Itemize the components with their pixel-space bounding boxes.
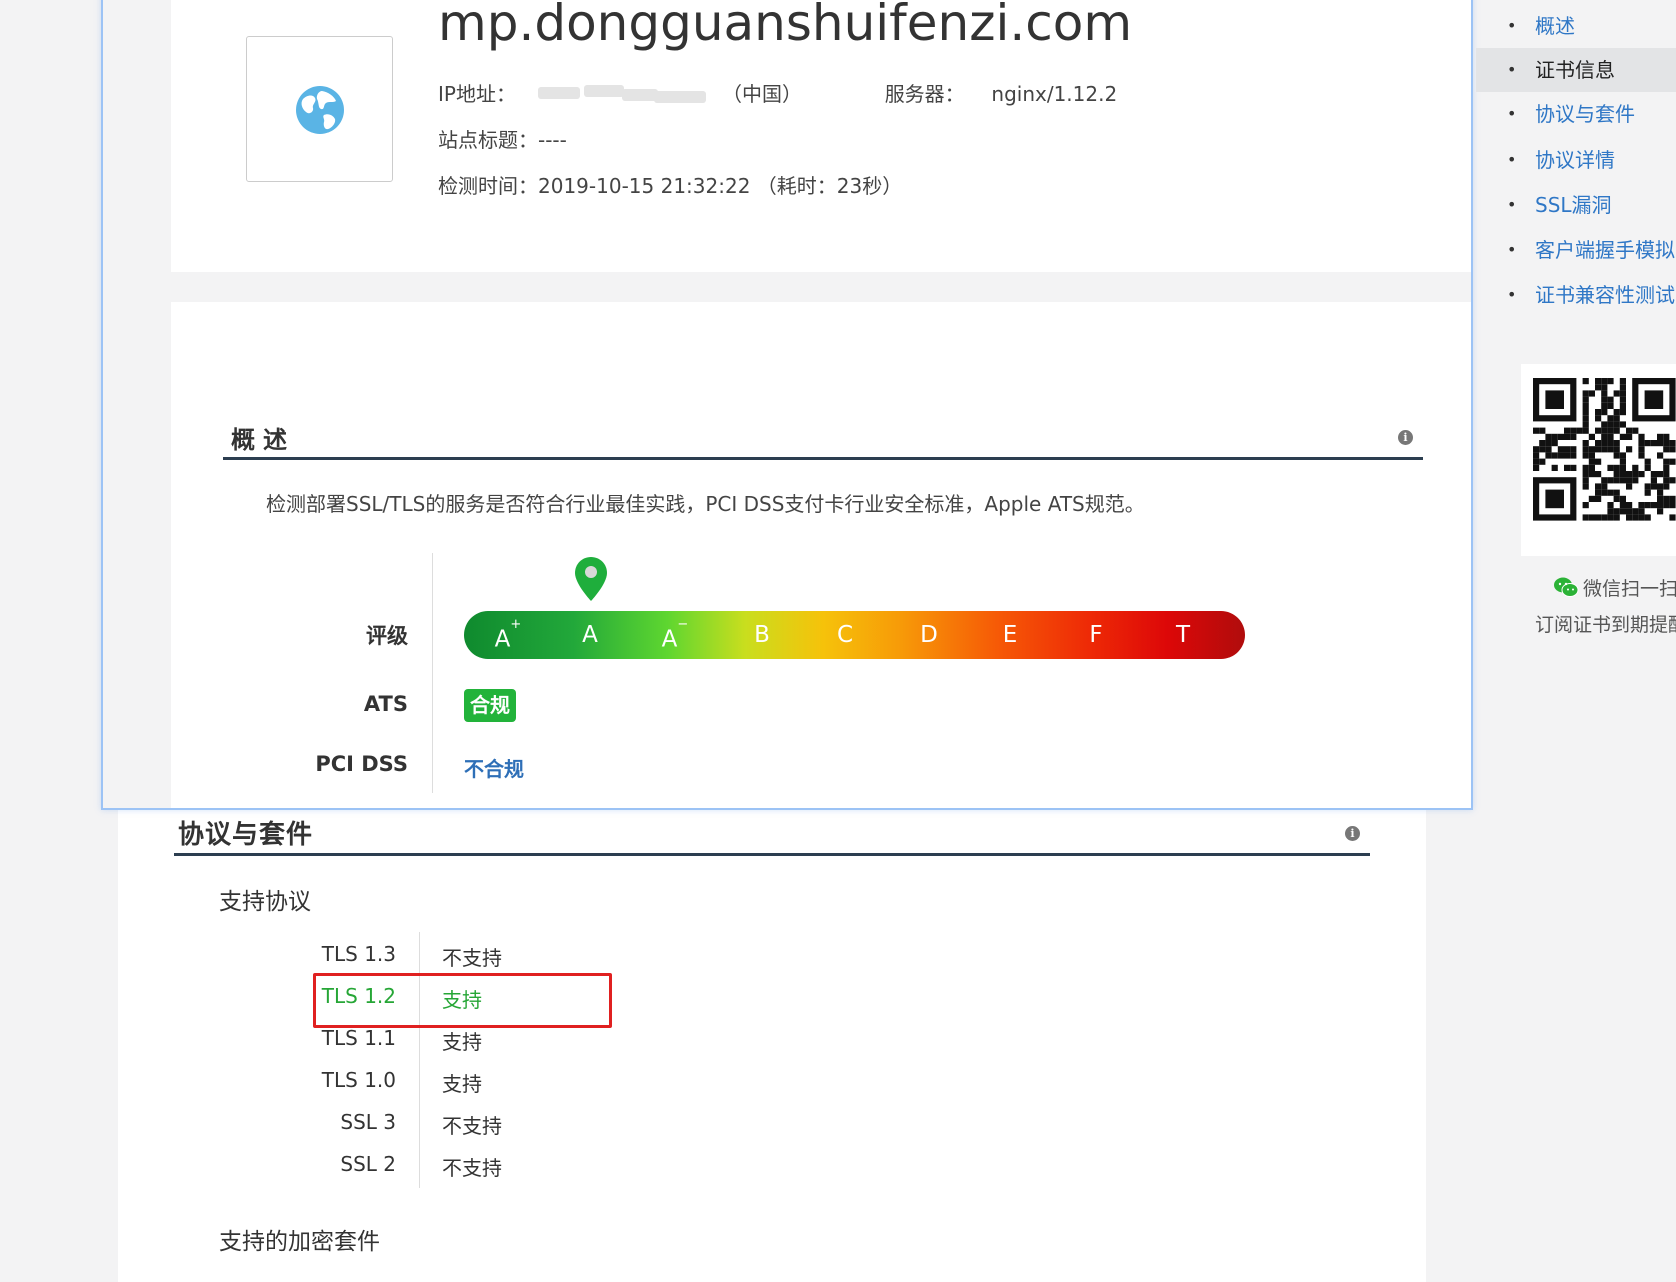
sidebar-item-label: 协议与套件 (1535, 102, 1635, 126)
site-title-line: 站点标题：---- (438, 124, 567, 153)
supported-protocols-title: 支持协议 (219, 889, 311, 915)
site-title-label: 站点标题： (438, 128, 538, 152)
highlight-box (313, 973, 612, 1028)
protocol-status: 不支持 (442, 1114, 502, 1138)
site-logo (246, 36, 393, 182)
info-icon[interactable]: i (1398, 430, 1413, 445)
pci-dss-status[interactable]: 不合规 (464, 753, 524, 782)
protocols-section-title: 协议与套件 (178, 820, 314, 850)
sidebar-item-ssl-vulnerabilities[interactable]: • SSL漏洞 (1476, 183, 1676, 227)
overview-divider (432, 553, 433, 793)
grade-d: D (920, 622, 938, 648)
qr-code-icon (1533, 378, 1676, 521)
protocol-status: 支持 (442, 1030, 482, 1054)
sidebar-item-label: 协议详情 (1535, 148, 1615, 172)
sidebar-item-cert-compatibility[interactable]: • 证书兼容性测试 (1476, 273, 1676, 317)
grade-t: T (1175, 622, 1191, 648)
wechat-qr-code (1521, 364, 1676, 556)
server-label: 服务器： (884, 82, 965, 106)
ats-status-badge: 合规 (464, 689, 516, 722)
overview-section-header: 概述 i (223, 416, 1423, 460)
grade-e: E (1002, 622, 1018, 648)
check-time-value: 2019-10-15 21:32:22 （耗时：23秒） (538, 174, 903, 198)
wechat-icon (1554, 577, 1579, 597)
bullet-icon: • (1507, 150, 1517, 169)
server-value: nginx/1.12.2 (991, 82, 1118, 106)
site-domain: mp.dongguanshuifenzi.com (438, 0, 1133, 52)
sidebar-item-overview[interactable]: • 概述 (1476, 4, 1676, 48)
wechat-scan-text: 微信扫一扫 (1583, 578, 1676, 600)
bullet-icon: • (1507, 195, 1517, 214)
grade-a: A (582, 622, 598, 648)
grade-c: C (836, 622, 854, 648)
globe-icon (296, 86, 344, 134)
ats-label: ATS (363, 692, 408, 716)
protocols-section-header: 协议与套件 i (174, 812, 1370, 856)
sidebar-item-protocol-details[interactable]: • 协议详情 (1476, 138, 1676, 182)
overview-description: 检测部署SSL/TLS的服务是否符合行业最佳实践，PCI DSS支付卡行业安全标… (266, 492, 1145, 516)
grade-f: F (1089, 622, 1103, 648)
bullet-icon: • (1507, 285, 1517, 304)
overlay-left-gutter (103, 0, 171, 808)
protocol-row: SSL 2 不支持 (280, 1152, 880, 1182)
protocol-row: TLS 1.1 支持 (280, 1026, 880, 1056)
protocol-row: TLS 1.3 不支持 (280, 942, 880, 972)
protocol-status: 不支持 (442, 946, 502, 970)
site-title-value: ---- (538, 128, 567, 152)
bullet-icon: • (1507, 16, 1517, 35)
sidebar-item-label: 客户端握手模拟 (1535, 238, 1675, 262)
sidebar-item-certificate-info[interactable]: • 证书信息 (1476, 48, 1676, 92)
sidebar-item-label: 概述 (1535, 14, 1575, 38)
protocol-status: 不支持 (442, 1156, 502, 1180)
protocol-name: SSL 2 (340, 1152, 396, 1176)
check-time-label: 检测时间： (438, 174, 538, 198)
grade-a-plus: A+ (494, 617, 522, 653)
rating-label: 评级 (366, 624, 408, 648)
ip-country: （中国） (721, 82, 802, 106)
protocol-name: SSL 3 (340, 1110, 396, 1134)
overview-section-title: 概述 (231, 426, 295, 454)
redacted-ip (524, 83, 714, 109)
grade-a-minus: A− (661, 617, 689, 653)
sidebar-item-protocols[interactable]: • 协议与套件 (1476, 92, 1676, 136)
sidebar-item-handshake-simulation[interactable]: • 客户端握手模拟 (1476, 228, 1676, 272)
protocol-name: TLS 1.0 (321, 1068, 396, 1092)
ip-label: IP地址： (438, 82, 516, 106)
protocol-name: TLS 1.3 (321, 942, 396, 966)
overlay-card-gap (103, 272, 1471, 302)
pci-dss-label: PCI DSS (315, 752, 408, 776)
sidebar-item-label: 证书信息 (1535, 58, 1615, 82)
ip-info-line: IP地址： （中国） 服务器： nginx/1.12.2 (438, 78, 1117, 109)
sidebar-item-label: 证书兼容性测试 (1535, 283, 1675, 307)
bullet-icon: • (1507, 60, 1517, 79)
protocol-row: SSL 3 不支持 (280, 1110, 880, 1140)
protocol-row: TLS 1.0 支持 (280, 1068, 880, 1098)
current-grade-pin-icon (575, 557, 607, 601)
cipher-suites-title: 支持的加密套件 (219, 1229, 380, 1255)
grade-b: B (754, 622, 770, 648)
bullet-icon: • (1507, 240, 1517, 259)
check-time-line: 检测时间：2019-10-15 21:32:22 （耗时：23秒） (438, 170, 902, 199)
protocol-status: 支持 (442, 1072, 482, 1096)
info-icon[interactable]: i (1345, 826, 1360, 841)
subscribe-reminder-text: 订阅证书到期提醒 (1535, 614, 1676, 636)
bullet-icon: • (1507, 104, 1517, 123)
sidebar-item-label: SSL漏洞 (1535, 193, 1612, 217)
protocol-name: TLS 1.1 (321, 1026, 396, 1050)
